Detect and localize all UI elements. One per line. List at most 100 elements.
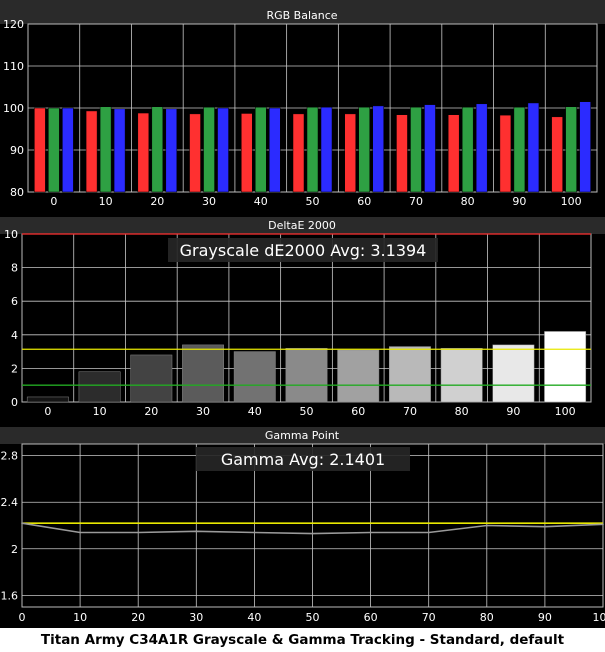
deltae-bar — [26, 396, 69, 403]
y-tick-label: 120 — [3, 18, 24, 31]
x-tick-label: 90 — [538, 611, 552, 624]
x-tick-label: 70 — [409, 195, 423, 208]
bar-green — [203, 106, 215, 193]
bar-green — [99, 106, 112, 193]
bar-blue — [320, 106, 333, 193]
x-tick-label: 20 — [144, 405, 158, 418]
x-tick-label: 80 — [461, 195, 475, 208]
bar-red — [344, 113, 356, 193]
x-tick-label: 20 — [131, 611, 145, 624]
deltae-bar — [233, 351, 276, 403]
annotation-label: Gamma Avg: 2.1401 — [221, 450, 385, 469]
deltae-bar — [182, 344, 224, 403]
x-tick-label: 70 — [403, 405, 417, 418]
y-tick-label: 2 — [11, 362, 18, 375]
bar-blue — [165, 108, 178, 193]
gamma-point — [369, 531, 372, 534]
bar-green — [306, 106, 319, 193]
x-tick-label: 10 — [73, 611, 87, 624]
x-tick-label: 100 — [593, 611, 605, 624]
chart-title: RGB Balance — [266, 9, 337, 22]
x-tick-label: 90 — [512, 195, 526, 208]
chart-canvas: RGB Balance80901001101200 10 20 30 40 50 60 70 8… — [0, 0, 605, 628]
bar-blue — [269, 107, 281, 193]
bar-red — [34, 107, 46, 193]
figure-caption: Titan Army C34A1R Grayscale & Gamma Trac… — [0, 628, 605, 652]
deltae-bar — [492, 344, 535, 403]
x-tick-label: 40 — [247, 611, 261, 624]
y-tick-label: 100 — [3, 102, 24, 115]
x-tick-label: 70 — [422, 611, 436, 624]
y-tick-label: 10 — [4, 228, 18, 241]
x-tick-label: 0 — [19, 611, 26, 624]
gamma-point — [485, 524, 488, 527]
bar-red — [396, 114, 408, 193]
bar-green — [358, 106, 370, 193]
deltae-bar — [544, 331, 587, 403]
gamma-point — [21, 522, 23, 525]
bar-red — [292, 113, 305, 193]
gamma-point — [137, 531, 140, 534]
x-tick-label: 60 — [364, 611, 378, 624]
x-tick-label: 100 — [561, 195, 582, 208]
x-tick-label: 50 — [306, 195, 320, 208]
x-tick-label: 40 — [248, 405, 262, 418]
x-tick-label: 50 — [300, 405, 314, 418]
x-tick-label: 10 — [93, 405, 107, 418]
x-tick-label: 30 — [202, 195, 216, 208]
bar-red — [499, 114, 512, 193]
x-tick-label: 20 — [150, 195, 164, 208]
bar-blue — [217, 107, 229, 193]
bar-blue — [372, 105, 384, 193]
deltae-bar — [285, 347, 328, 403]
y-tick-label: 1.6 — [1, 589, 19, 602]
y-tick-label: 2 — [11, 543, 18, 556]
gamma-point — [195, 530, 198, 533]
x-tick-label: 30 — [196, 405, 210, 418]
bar-red — [189, 113, 201, 193]
y-tick-label: 4 — [11, 329, 18, 342]
y-tick-label: 8 — [11, 262, 18, 275]
deltae-bar — [337, 349, 380, 403]
y-tick-label: 2.4 — [1, 496, 19, 509]
bar-blue — [424, 104, 436, 193]
bar-green — [513, 106, 526, 193]
y-tick-label: 80 — [10, 186, 24, 199]
bar-red — [85, 110, 98, 193]
x-tick-label: 0 — [50, 195, 57, 208]
bar-red — [551, 116, 563, 193]
calibration-report: RGB Balance 80 90 100 110 120 0 10 20 30 40 50 60 70 8… — [0, 0, 605, 652]
deltae-bar — [78, 371, 121, 403]
bar-green — [255, 106, 267, 193]
chart-title: Gamma Point — [265, 429, 340, 442]
x-tick-label: 30 — [189, 611, 203, 624]
gamma-point — [544, 525, 546, 528]
bar-red — [447, 114, 460, 193]
gamma-point — [79, 531, 81, 534]
x-tick-label: 60 — [351, 405, 365, 418]
annotation-label: Grayscale dE2000 Avg: 3.1394 — [180, 241, 427, 260]
x-tick-label: 80 — [480, 611, 494, 624]
bar-red — [241, 113, 253, 193]
bar-blue — [62, 107, 74, 193]
x-tick-label: 50 — [306, 611, 320, 624]
bar-green — [565, 106, 577, 193]
y-tick-label: 90 — [10, 144, 24, 157]
gamma-point — [253, 531, 256, 534]
y-tick-label: 110 — [3, 60, 24, 73]
deltae-bar — [130, 354, 173, 403]
y-tick-label: 2.8 — [1, 450, 19, 463]
x-tick-label: 10 — [99, 195, 113, 208]
x-tick-label: 60 — [357, 195, 371, 208]
bar-green — [151, 106, 164, 193]
bar-green — [461, 106, 474, 193]
bar-green — [410, 106, 422, 193]
gamma-point — [311, 532, 314, 535]
bar-blue — [113, 108, 126, 193]
x-tick-label: 90 — [506, 405, 520, 418]
chart-title: DeltaE 2000 — [268, 219, 336, 232]
y-tick-label: 0 — [11, 396, 18, 409]
x-tick-label: 40 — [254, 195, 268, 208]
bar-red — [137, 112, 150, 193]
bar-green — [48, 107, 60, 193]
